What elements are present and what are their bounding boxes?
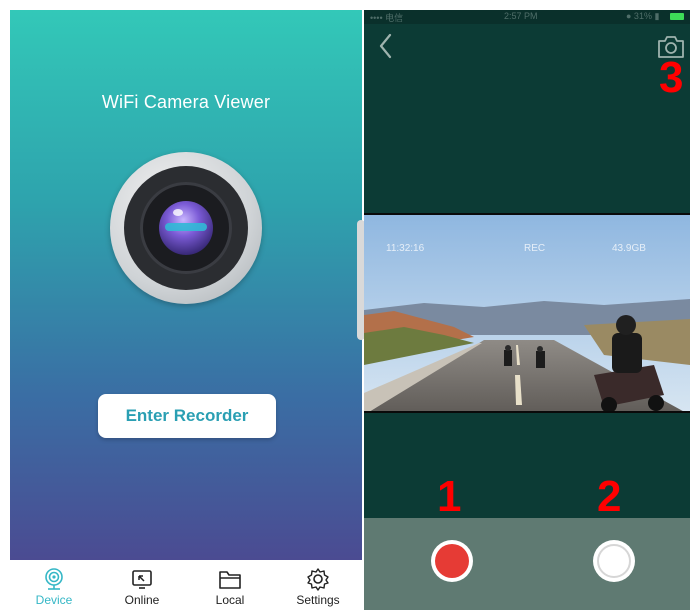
carrier-text: •••• 电信 — [370, 13, 404, 23]
enter-recorder-button[interactable]: Enter Recorder — [98, 394, 276, 438]
annotation-marker-2: 2 — [597, 472, 622, 521]
control-panel — [364, 518, 690, 610]
online-icon — [132, 570, 152, 589]
status-bar: •••• 电信 2:57 PM ● 31% ▮ — [364, 10, 690, 24]
annotation-marker-3: 3 — [659, 53, 684, 102]
recorder-screen: •••• 电信 2:57 PM ● 31% ▮ 11:32:16 REC 43.… — [364, 10, 690, 610]
photo-button[interactable] — [593, 540, 635, 582]
tab-settings-label: Settings — [296, 593, 340, 607]
gear-icon — [307, 568, 329, 591]
battery-text: ● 31% ▮ — [626, 11, 660, 21]
shutter-icon — [597, 544, 631, 578]
record-dot-icon — [435, 544, 469, 578]
tab-local-label: Local — [215, 593, 245, 607]
lens-glass — [159, 201, 213, 255]
tab-online-label: Online — [124, 593, 160, 607]
clock-text: 2:57 PM — [504, 11, 538, 21]
lens-reflection — [165, 223, 207, 231]
chevron-left-icon — [379, 33, 392, 59]
record-button[interactable] — [431, 540, 473, 582]
camera-lens-icon — [110, 152, 262, 304]
tab-device-label: Device — [35, 593, 73, 607]
overlay-rec: REC — [524, 243, 546, 254]
device-screen: WiFi Camera Viewer Enter Recorder Device… — [10, 10, 362, 610]
tab-settings[interactable]: Settings — [274, 560, 362, 610]
lens-body — [140, 182, 232, 274]
battery-icon — [670, 13, 684, 20]
lens-ring — [124, 166, 248, 290]
bottom-tab-bar: Device Online Local Settings — [10, 560, 362, 610]
overlay-storage: 43.9GB — [612, 243, 646, 254]
annotation-marker-1: 1 — [437, 472, 462, 521]
home-background: WiFi Camera Viewer Enter Recorder — [10, 10, 362, 560]
tab-online[interactable]: Online — [98, 560, 186, 610]
overlay-time: 11:32:16 — [386, 243, 425, 254]
lens-glint — [173, 209, 183, 216]
rider-far-left — [504, 345, 512, 366]
live-video-preview[interactable]: 11:32:16 REC 43.9GB — [364, 213, 690, 413]
tab-device[interactable]: Device — [10, 560, 98, 610]
device-icon — [45, 568, 63, 590]
app-title: WiFi Camera Viewer — [101, 92, 271, 112]
back-button[interactable] — [376, 32, 396, 60]
folder-icon — [219, 571, 241, 589]
tab-local[interactable]: Local — [186, 560, 274, 610]
